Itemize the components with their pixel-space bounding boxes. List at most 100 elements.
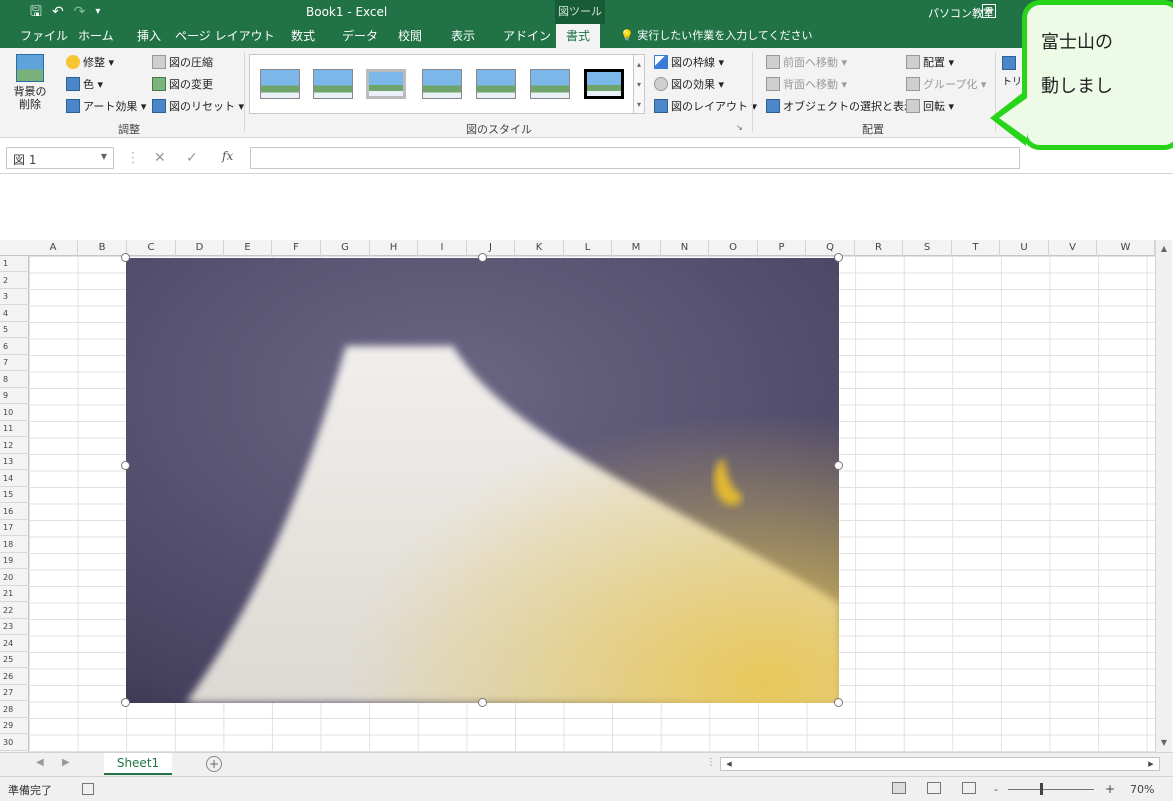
row-header-18[interactable]: 18 (0, 537, 29, 553)
column-header-k[interactable]: K (515, 240, 564, 256)
column-header-t[interactable]: T (952, 240, 1000, 256)
next-sheet-icon[interactable]: ▶ (62, 757, 70, 768)
row-header-8[interactable]: 8 (0, 372, 29, 388)
resize-handle-bottom[interactable] (478, 698, 487, 707)
save-icon[interactable]: 🖫 (30, 3, 42, 21)
resize-handle-bottom-right[interactable] (834, 698, 843, 707)
column-header-d[interactable]: D (176, 240, 224, 256)
resize-handle-top-left[interactable] (121, 253, 130, 262)
tab-data[interactable]: データ (342, 24, 378, 48)
mount-fuji-picture[interactable] (126, 258, 839, 703)
column-header-o[interactable]: O (709, 240, 758, 256)
row-header-25[interactable]: 25 (0, 652, 29, 668)
tab-review[interactable]: 校閲 (398, 24, 422, 48)
column-header-g[interactable]: G (321, 240, 370, 256)
column-header-e[interactable]: E (224, 240, 272, 256)
row-header-14[interactable]: 14 (0, 471, 29, 487)
row-header-4[interactable]: 4 (0, 306, 29, 322)
remove-background-button[interactable]: 背景の 削除 (10, 54, 50, 111)
tell-me-box[interactable]: 💡 実行したい作業を入力してください (620, 24, 813, 48)
tab-insert[interactable]: 挿入 (137, 24, 161, 48)
picture-border-button[interactable]: 図の枠線 ▾ (654, 54, 724, 70)
row-header-21[interactable]: 21 (0, 586, 29, 602)
style-thumb-3[interactable] (366, 69, 406, 99)
row-header-22[interactable]: 22 (0, 603, 29, 619)
row-header-12[interactable]: 12 (0, 438, 29, 454)
row-header-29[interactable]: 29 (0, 718, 29, 734)
column-header-h[interactable]: H (370, 240, 418, 256)
scroll-left-icon[interactable]: ◀ (723, 758, 735, 770)
row-header-6[interactable]: 6 (0, 339, 29, 355)
row-header-10[interactable]: 10 (0, 405, 29, 421)
style-thumb-7[interactable] (584, 69, 624, 99)
page-break-view-icon[interactable] (962, 782, 976, 794)
formula-input[interactable] (250, 147, 1020, 169)
rotate-button[interactable]: 回転 ▾ (906, 98, 954, 114)
column-header-a[interactable]: A (29, 240, 78, 256)
gallery-scroll[interactable]: ▴ ▾ ▾ (633, 54, 645, 114)
column-header-p[interactable]: P (758, 240, 806, 256)
group-button[interactable]: グループ化 ▾ (906, 76, 986, 92)
send-backward-button[interactable]: 背面へ移動 ▾ (766, 76, 847, 92)
zoom-in-button[interactable]: + (1105, 782, 1115, 796)
column-header-s[interactable]: S (903, 240, 952, 256)
style-thumb-6[interactable] (530, 69, 570, 99)
column-header-c[interactable]: C (127, 240, 176, 256)
vertical-scrollbar[interactable]: ▲ ▼ (1155, 240, 1172, 752)
tab-formulas[interactable]: 数式 (291, 24, 315, 48)
prev-sheet-icon[interactable]: ◀ (36, 757, 44, 768)
resize-handle-top-right[interactable] (834, 253, 843, 262)
row-header-23[interactable]: 23 (0, 619, 29, 635)
row-header-30[interactable]: 30 (0, 735, 29, 751)
compress-pictures-button[interactable]: 図の圧縮 (152, 54, 213, 70)
selection-pane-button[interactable]: オブジェクトの選択と表示 (766, 98, 915, 114)
tab-format[interactable]: 書式 (556, 24, 601, 48)
chevron-down-icon[interactable]: ▼ (101, 152, 107, 161)
style-thumb-4[interactable] (422, 69, 462, 99)
picture-effects-button[interactable]: 図の効果 ▾ (654, 76, 724, 92)
corrections-button[interactable]: 修整 ▾ (66, 54, 114, 70)
column-header-n[interactable]: N (661, 240, 709, 256)
scroll-up-icon[interactable]: ▲ (1159, 244, 1169, 254)
zoom-out-button[interactable]: - (994, 783, 998, 796)
row-header-7[interactable]: 7 (0, 355, 29, 371)
row-header-27[interactable]: 27 (0, 685, 29, 701)
style-thumb-5[interactable] (476, 69, 516, 99)
column-header-v[interactable]: V (1049, 240, 1097, 256)
row-header-3[interactable]: 3 (0, 289, 29, 305)
column-header-u[interactable]: U (1000, 240, 1049, 256)
column-header-m[interactable]: M (612, 240, 661, 256)
resize-handle-bottom-left[interactable] (121, 698, 130, 707)
row-header-2[interactable]: 2 (0, 273, 29, 289)
tab-page-layout[interactable]: ページ レイアウト (175, 24, 275, 48)
resize-handle-right[interactable] (834, 461, 843, 470)
column-header-q[interactable]: Q (806, 240, 855, 256)
row-header-11[interactable]: 11 (0, 421, 29, 437)
customize-qat-icon[interactable]: ▾ (95, 3, 100, 21)
change-picture-button[interactable]: 図の変更 (152, 76, 213, 92)
row-header-24[interactable]: 24 (0, 636, 29, 652)
row-header-19[interactable]: 19 (0, 553, 29, 569)
reset-picture-button[interactable]: 図のリセット ▾ (152, 98, 244, 114)
cancel-icon[interactable]: ✕ (154, 150, 166, 166)
resize-handle-top[interactable] (478, 253, 487, 262)
macro-record-icon[interactable] (82, 783, 94, 795)
row-header-15[interactable]: 15 (0, 487, 29, 503)
zoom-slider[interactable] (1008, 789, 1094, 790)
column-header-i[interactable]: I (418, 240, 467, 256)
tab-file[interactable]: ファイル (20, 24, 68, 48)
tab-view[interactable]: 表示 (451, 24, 475, 48)
row-header-5[interactable]: 5 (0, 322, 29, 338)
scroll-right-icon[interactable]: ▶ (1145, 758, 1157, 770)
scroll-down-icon[interactable]: ▼ (1159, 738, 1169, 748)
row-header-17[interactable]: 17 (0, 520, 29, 536)
column-header-r[interactable]: R (855, 240, 903, 256)
bring-forward-button[interactable]: 前面へ移動 ▾ (766, 54, 847, 70)
add-sheet-icon[interactable]: + (206, 756, 222, 772)
page-layout-view-icon[interactable] (927, 782, 941, 794)
normal-view-icon[interactable] (892, 782, 906, 794)
enter-icon[interactable]: ✓ (186, 150, 198, 166)
ribbon-display-options-icon[interactable]: ⊞ (982, 4, 996, 18)
undo-icon[interactable]: ↶ (52, 3, 64, 21)
picture-layout-button[interactable]: 図のレイアウト ▾ (654, 98, 757, 114)
